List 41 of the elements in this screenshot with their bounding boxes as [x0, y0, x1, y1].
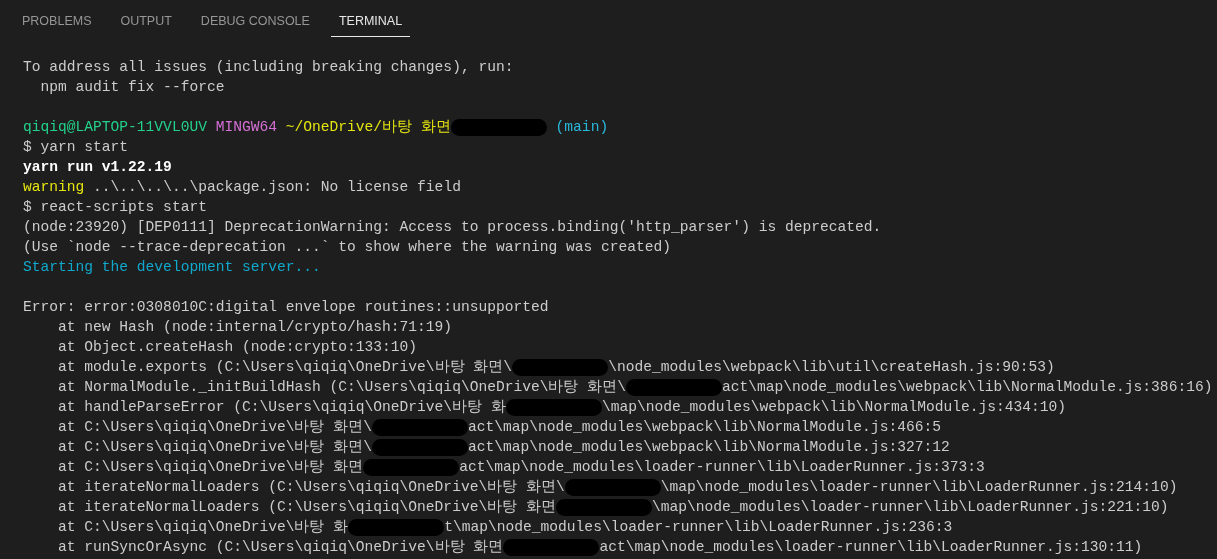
terminal-text: act\map\node_modules\webpack\lib\NormalModule.js:327:12	[468, 438, 950, 457]
terminal-text: $ react-scripts start	[23, 198, 207, 217]
terminal-text: ..\..\..\..\package.json: No license field	[92, 178, 461, 197]
terminal-text: (node:23920) [DEP0111] DeprecationWarning: Access to process.binding('http_parser') is deprecated.	[23, 218, 882, 237]
terminal-text: at NormalModule._initBuildHash (C:\Users\qiqiq\OneDrive\바탕 화면\	[57, 378, 626, 397]
terminal-text: \node_modules\webpack\lib\util\createHash.js:90:53)	[608, 358, 1055, 377]
terminal-text: ~/OneDrive/바탕 화면	[284, 118, 451, 137]
terminal-text: at new Hash (node:internal/crypto/hash:71:19)	[57, 318, 453, 337]
terminal-text: at module.exports (C:\Users\qiqiq\OneDrive\바탕 화면\	[57, 358, 513, 377]
terminal-text: act\map\node_modules\webpack\lib\NormalModule.js:386:16)	[722, 378, 1213, 397]
terminal-text: at iterateNormalLoaders (C:\Users\qiqiq\OneDrive\바탕 화면	[57, 498, 556, 517]
panel-tab[interactable]: OUTPUT	[112, 7, 180, 37]
terminal-text: Starting the development server...	[23, 258, 321, 277]
terminal-text: (Use `node --trace-deprecation ...` to show where the warning was created)	[23, 238, 672, 257]
terminal-text: $ yarn start	[23, 138, 129, 157]
terminal-text: \map\node_modules\loader-runner\lib\LoaderRunner.js:221:10)	[651, 498, 1169, 517]
panel-tab[interactable]: TERMINAL	[330, 7, 411, 37]
terminal-text: at handleParseError (C:\Users\qiqiq\OneDrive\바탕 화	[57, 398, 506, 417]
terminal-text: qiqiq@LAPTOP-11VVL0UV	[23, 118, 207, 137]
terminal-text: at C:\Users\qiqiq\OneDrive\바탕 화	[57, 518, 349, 537]
terminal-text: warning	[23, 178, 85, 197]
terminal-text: act\map\node_modules\loader-runner\lib\LoaderRunner.js:130:11)	[599, 538, 1143, 557]
panel-tab[interactable]: PROBLEMS	[14, 7, 100, 37]
terminal-text: yarn run v1.22.19	[23, 158, 172, 177]
terminal-text: \map\node_modules\webpack\lib\NormalModule.js:434:10)	[601, 398, 1067, 417]
terminal-text: npm audit fix --force	[39, 78, 225, 97]
panel-tab[interactable]: DEBUG CONSOLE	[192, 7, 318, 37]
terminal-text: at C:\Users\qiqiq\OneDrive\바탕 화면	[57, 458, 364, 477]
terminal-text: at iterateNormalLoaders (C:\Users\qiqiq\OneDrive\바탕 화면\	[57, 478, 565, 497]
terminal-text: Error: error:0308010C:digital envelope routines::unsupported	[23, 298, 549, 317]
terminal-text: MINGW64	[214, 118, 277, 137]
terminal-text: act\map\node_modules\webpack\lib\NormalModule.js:466:5	[468, 418, 941, 437]
terminal-text: at C:\Users\qiqiq\OneDrive\바탕 화면\	[57, 438, 372, 457]
terminal-text: To address all issues (including breaking changes), run:	[23, 58, 514, 77]
terminal-text: at runSyncOrAsync (C:\Users\qiqiq\OneDrive\바탕 화면	[57, 538, 504, 557]
terminal-text: act\map\node_modules\loader-runner\lib\LoaderRunner.js:373:3	[459, 458, 985, 477]
terminal-text: at Object.createHash (node:crypto:133:10)	[57, 338, 418, 357]
terminal-text: t\map\node_modules\loader-runner\lib\LoaderRunner.js:236:3	[444, 518, 953, 537]
terminal-text: at C:\Users\qiqiq\OneDrive\바탕 화면\	[57, 418, 372, 437]
terminal-text: (main)	[554, 118, 609, 137]
terminal-text: \map\node_modules\loader-runner\lib\LoaderRunner.js:214:10)	[660, 478, 1178, 497]
